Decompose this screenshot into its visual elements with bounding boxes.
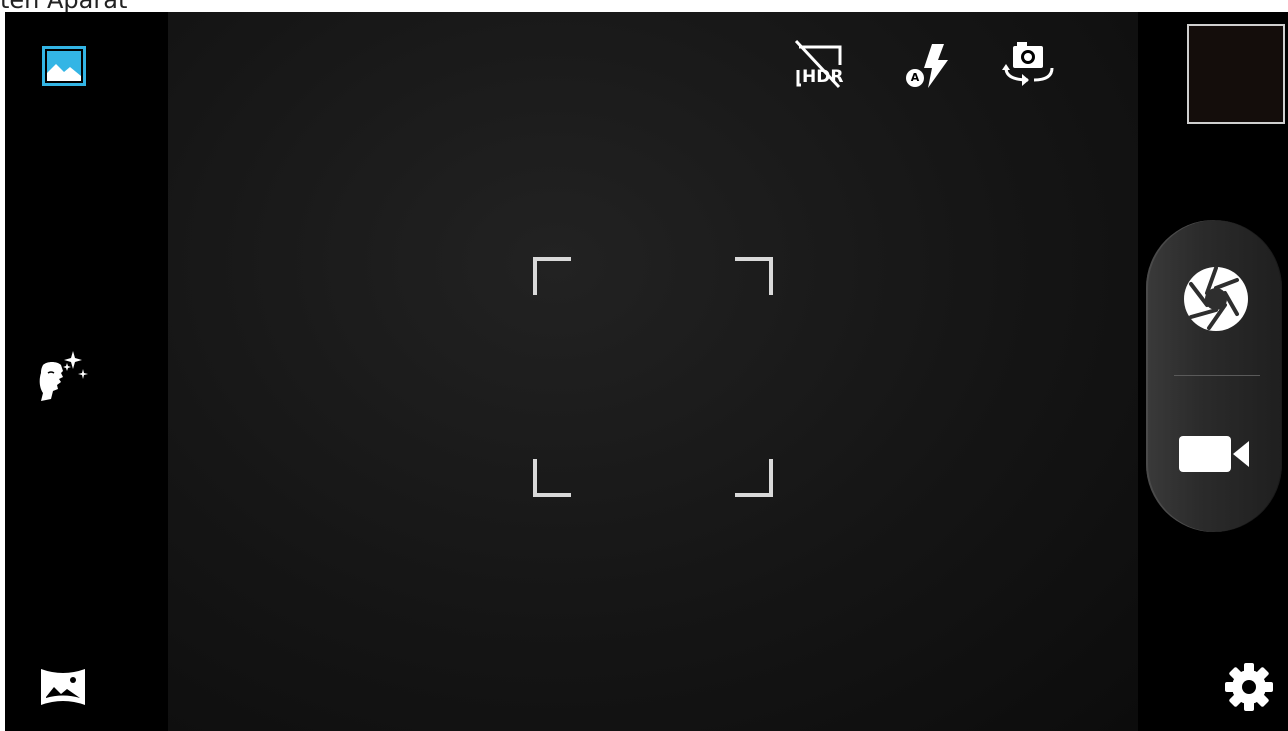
- switch-camera-icon[interactable]: [998, 40, 1060, 88]
- video-camera-icon[interactable]: [1177, 433, 1253, 475]
- last-photo-thumbnail[interactable]: [1187, 24, 1285, 124]
- focus-frame-bottom-left: [533, 459, 571, 497]
- shutter-icon[interactable]: [1179, 262, 1253, 336]
- focus-frame-top-right: [735, 257, 773, 295]
- viewfinder[interactable]: HDR A: [168, 12, 1138, 731]
- camera-screen: HDR A: [5, 12, 1288, 731]
- flash-auto-badge: A: [910, 71, 920, 84]
- beauty-face-icon[interactable]: [37, 349, 91, 405]
- hdr-label: HDR: [802, 67, 844, 87]
- focus-frame-top-left: [533, 257, 571, 295]
- right-panel: [1138, 12, 1288, 731]
- panorama-icon[interactable]: [39, 667, 87, 707]
- capture-pill: [1146, 220, 1282, 532]
- app-title: ten Aparat: [0, 0, 400, 12]
- hdr-toggle-button[interactable]: HDR: [787, 39, 847, 91]
- focus-frame-bottom-right: [735, 459, 773, 497]
- gallery-icon[interactable]: [42, 46, 86, 86]
- left-toolbar: [5, 12, 168, 731]
- gear-icon[interactable]: [1224, 662, 1274, 712]
- capture-divider: [1174, 375, 1260, 376]
- flash-button[interactable]: A: [902, 42, 950, 92]
